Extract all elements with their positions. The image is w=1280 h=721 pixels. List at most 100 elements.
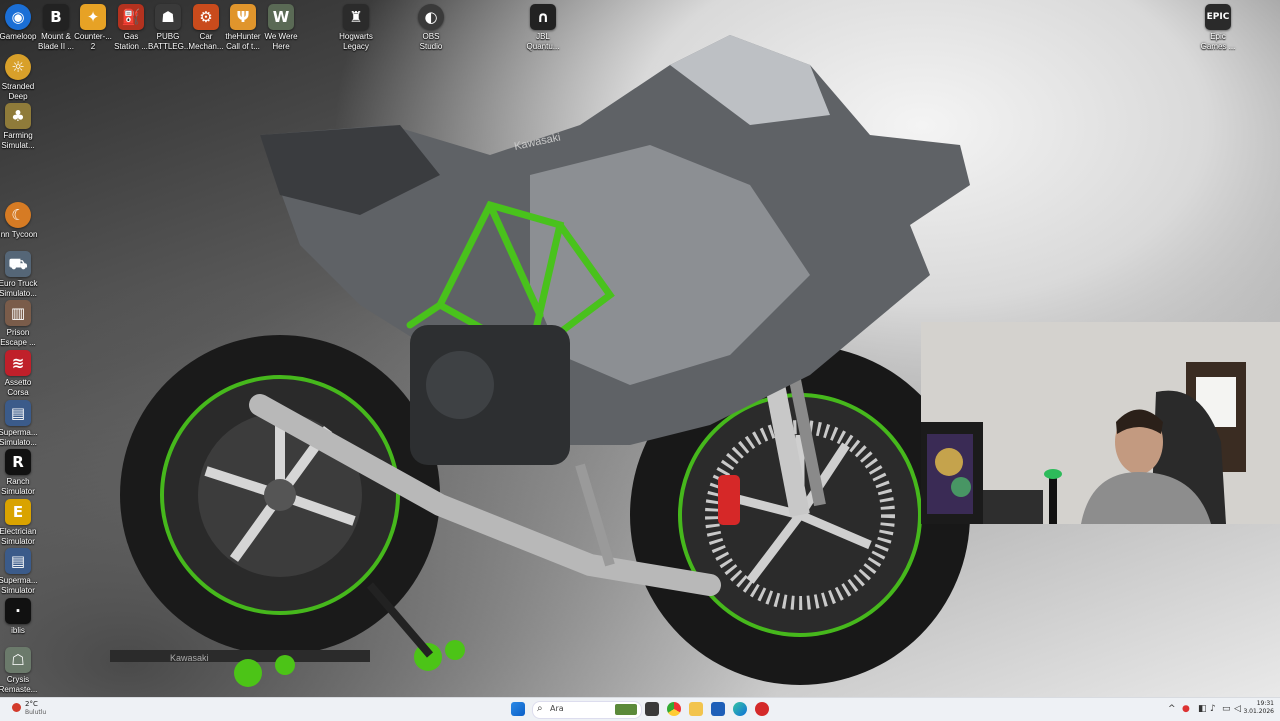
desktop-icon-crysis[interactable]: ☖ Crysis Remaste...: [0, 647, 38, 695]
obs-icon: ◐: [418, 4, 444, 30]
desktop-icon-inn-tycoon[interactable]: ☾ Inn Tycoon: [0, 202, 38, 240]
farming-sim-icon: ♣: [5, 103, 31, 129]
supermarket-sim-icon: ▤: [5, 400, 31, 426]
clock-date: 3.01.2026: [1243, 708, 1274, 715]
icon-label: Superma... Simulator: [0, 576, 38, 595]
taskview-icon[interactable]: [645, 702, 659, 716]
file-explorer-icon[interactable]: [689, 702, 703, 716]
pubg-icon: ☗: [155, 4, 181, 30]
icon-label: Stranded Deep: [1, 82, 35, 101]
desktop-icon-obs[interactable]: ◐ OBS Studio: [411, 4, 451, 52]
thehunter-icon: Ψ: [230, 4, 256, 30]
recording-icon[interactable]: [755, 702, 769, 716]
icon-label: PUBG BATTLEG...: [148, 32, 191, 51]
icon-label: Farming Simulat...: [1, 131, 35, 150]
euro-truck-icon: ⛟: [5, 251, 31, 277]
search-icon: ⌕: [537, 703, 543, 714]
stranded-deep-icon: ☼: [5, 54, 31, 80]
minecraft-icon: [615, 704, 637, 715]
icon-label: Counter-... 2: [74, 32, 112, 51]
desktop-icon-iblis[interactable]: · iblis: [0, 598, 38, 636]
icon-label: Euro Truck Simulato...: [0, 279, 38, 298]
desktop-icon-farming-simulator[interactable]: ♣ Farming Simulat...: [0, 103, 38, 151]
icon-label: Assetto Corsa: [4, 378, 32, 397]
desktop-icon-hogwarts[interactable]: ♜ Hogwarts Legacy: [336, 4, 376, 52]
weather-widget[interactable]: 2°C Bulutlu: [12, 700, 72, 718]
taskbar: 2°C Bulutlu ⌕ Ara ^ ● ◧ ♪ ▭ ◁ 19:31 3.01…: [0, 697, 1280, 721]
bannerlord-icon: B: [43, 4, 69, 30]
desktop-icon-ranch-simulator[interactable]: R Ranch Simulator: [0, 449, 38, 497]
windows-start-icon[interactable]: [511, 702, 525, 716]
assetto-corsa-icon: ≋: [5, 350, 31, 376]
gameloop-icon: ◉: [5, 4, 31, 30]
desktop[interactable]: Kawasaki Kawasaki ◉ Gameloop B Mount & B…: [0, 0, 1280, 697]
volume-icon[interactable]: ◁: [1234, 704, 1241, 714]
icon-label: iblis: [11, 626, 25, 635]
display-icon[interactable]: ▭: [1222, 704, 1231, 714]
hogwarts-icon: ♜: [343, 4, 369, 30]
electrician-sim-icon: E: [5, 499, 31, 525]
icon-label: Prison Escape ...: [0, 328, 36, 347]
desktop-icon-electrician-simulator[interactable]: E Electrician Simulator: [0, 499, 38, 547]
desktop-icon-supermarket-simulator[interactable]: ▤ Superma... Simulato...: [0, 400, 38, 448]
icon-label: Gameloop: [0, 32, 37, 41]
desktop-icon-pubg[interactable]: ☗ PUBG BATTLEG...: [148, 4, 191, 52]
cs2-icon: ✦: [80, 4, 106, 30]
desktop-icon-car-mechanic[interactable]: ⚙ Car Mechan...: [186, 4, 226, 52]
icon-label: Epic Games ...: [1200, 32, 1236, 51]
security-icon[interactable]: ●: [1182, 704, 1190, 714]
weather-icon: [12, 703, 21, 712]
gas-station-icon: ⛽: [118, 4, 144, 30]
icon-label: Gas Station ...: [114, 32, 148, 51]
weather-desc: Bulutlu: [25, 709, 47, 716]
jbl-quantum-icon: ∩: [530, 4, 556, 30]
crysis-icon: ☖: [5, 647, 31, 673]
weather-temp: 2°C: [25, 700, 38, 708]
desktop-icon-thehunter[interactable]: Ψ theHunter Call of t...: [223, 4, 263, 52]
desktop-icon-we-were-here[interactable]: W We Were Here: [261, 4, 301, 52]
icon-label: Hogwarts Legacy: [339, 32, 373, 51]
tray-overflow-icon[interactable]: ^: [1168, 704, 1176, 714]
icon-label: Crysis Remaste...: [0, 675, 38, 694]
icon-label: Ranch Simulator: [1, 477, 35, 496]
ranch-sim-icon: R: [5, 449, 31, 475]
edge-icon[interactable]: [733, 702, 747, 716]
desktop-icon-epic-games[interactable]: EPIC Epic Games ...: [1198, 4, 1238, 52]
prison-escape-icon: ▥: [5, 300, 31, 326]
desktop-icon-counter-strike[interactable]: ✦ Counter-... 2: [73, 4, 113, 52]
desktop-icon-stranded-deep[interactable]: ☼ Stranded Deep: [0, 54, 38, 102]
iblis-icon: ·: [5, 598, 31, 624]
icon-label: Inn Tycoon: [0, 230, 38, 239]
desktop-icon-prison-escape[interactable]: ▥ Prison Escape ...: [0, 300, 38, 348]
desktop-icon-jbl-quantum[interactable]: ∩ JBL Quantu...: [523, 4, 563, 52]
icon-label: Electrician Simulator: [0, 527, 37, 546]
desktop-icon-gameloop[interactable]: ◉ Gameloop: [0, 4, 38, 42]
icon-label: JBL Quantu...: [526, 32, 560, 51]
car-mechanic-icon: ⚙: [193, 4, 219, 30]
clock[interactable]: 19:31 3.01.2026: [1242, 700, 1274, 716]
desktop-icon-supermarket-simulator-2[interactable]: ▤ Superma... Simulator: [0, 548, 38, 596]
desktop-icon-assetto-corsa[interactable]: ≋ Assetto Corsa: [0, 350, 38, 398]
wallpaper-motorcycle: Kawasaki Kawasaki: [110, 35, 970, 687]
icon-label: theHunter Call of t...: [225, 32, 261, 51]
icon-label: We Were Here: [264, 32, 298, 51]
microphone-icon[interactable]: ♪: [1210, 704, 1216, 714]
epic-games-icon: EPIC: [1205, 4, 1231, 30]
we-were-here-icon: W: [268, 4, 294, 30]
webcam-overlay: [921, 322, 1280, 524]
supermarket-sim-2-icon: ▤: [5, 548, 31, 574]
desktop-icon-euro-truck[interactable]: ⛟ Euro Truck Simulato...: [0, 251, 38, 299]
icon-label: Car Mechan...: [188, 32, 224, 51]
icon-label: Mount & Blade II ...: [37, 32, 75, 51]
network-icon[interactable]: ◧: [1198, 704, 1207, 714]
desktop-icon-bannerlord[interactable]: B Mount & Blade II ...: [36, 4, 76, 52]
store-icon[interactable]: [711, 702, 725, 716]
search-placeholder: Ara: [550, 704, 564, 713]
icon-label: OBS Studio: [419, 32, 443, 51]
chrome-icon[interactable]: [667, 702, 681, 716]
desktop-icon-gas-station[interactable]: ⛽ Gas Station ...: [111, 4, 151, 52]
webcam-scene: [921, 322, 1280, 524]
stand-brand-text: Kawasaki: [170, 653, 209, 663]
search-box[interactable]: ⌕ Ara: [532, 701, 642, 719]
clock-time: 19:31: [1256, 700, 1274, 707]
